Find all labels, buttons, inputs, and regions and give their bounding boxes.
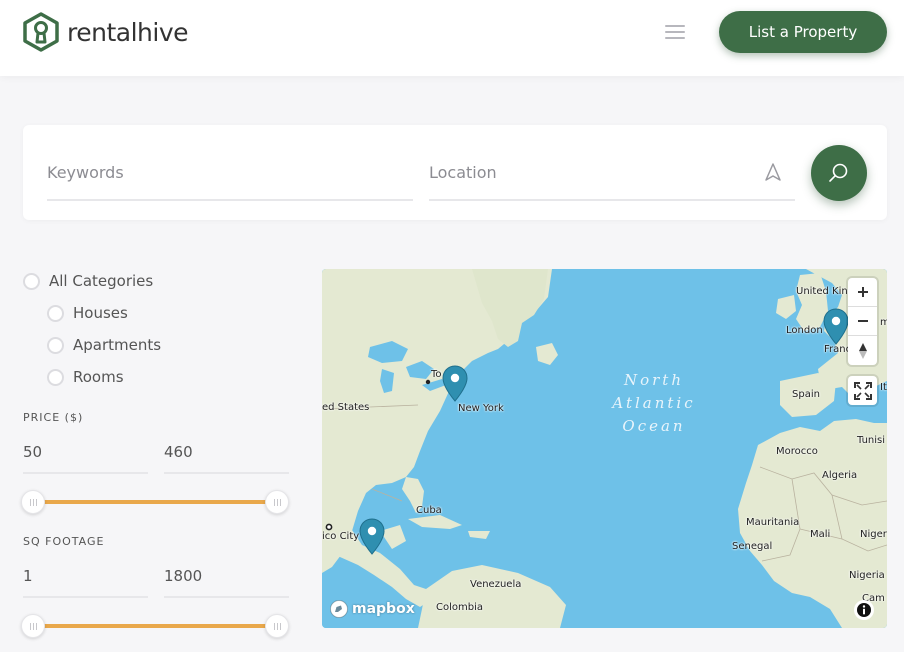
brand-logo[interactable]: rentalhive: [23, 12, 189, 52]
category-label: Apartments: [73, 336, 162, 354]
listings-map[interactable]: North Atlantic Ocean United Kingdom Lond…: [322, 269, 887, 628]
category-label: Rooms: [73, 368, 124, 386]
mapbox-wordmark: mapbox: [352, 601, 415, 617]
search-button[interactable]: [811, 145, 867, 201]
zoom-in-button[interactable]: [848, 278, 877, 307]
price-min-input[interactable]: [23, 434, 148, 470]
keywords-input[interactable]: [47, 151, 413, 193]
list-property-button[interactable]: List a Property: [719, 11, 887, 53]
sqft-min-input[interactable]: [23, 558, 148, 594]
filters-sidebar: All Categories Houses Apartments Rooms P…: [21, 268, 291, 638]
radio-circle: [23, 272, 40, 290]
category-apartments[interactable]: Apartments: [47, 333, 291, 357]
sqft-min-handle[interactable]: [21, 614, 45, 638]
location-input[interactable]: [429, 151, 795, 193]
price-range: [23, 434, 291, 474]
radio-circle: [47, 336, 64, 354]
attribution-info-button[interactable]: [854, 600, 874, 620]
hamburger-icon[interactable]: [665, 25, 685, 39]
category-rooms[interactable]: Rooms: [47, 365, 291, 389]
map-marker-mexico[interactable]: [358, 518, 386, 556]
sqft-max-wrapper: [164, 558, 289, 598]
map-marker-london[interactable]: [822, 308, 850, 346]
map-navigation-control: [848, 278, 877, 365]
plus-icon: [857, 287, 868, 297]
category-label: Houses: [73, 304, 128, 322]
search-panel: [23, 125, 887, 220]
price-max-handle[interactable]: [265, 490, 289, 514]
price-slider[interactable]: [21, 490, 291, 514]
keywords-field-wrapper: [47, 151, 413, 201]
sqft-max-input[interactable]: [164, 558, 289, 594]
keyhole-icon: [23, 12, 59, 52]
sqft-min-wrapper: [23, 558, 148, 598]
slider-fill: [33, 624, 277, 628]
price-max-wrapper: [164, 434, 289, 474]
radio-circle: [47, 368, 64, 386]
sqft-label: SQ FOOTAGE: [23, 535, 105, 548]
map-city-dots: [325, 379, 431, 531]
map-marker-new-york[interactable]: [441, 365, 469, 403]
mapbox-icon: [330, 600, 348, 618]
mapbox-attribution-logo[interactable]: mapbox: [329, 599, 415, 619]
fullscreen-icon: [853, 381, 872, 400]
category-all[interactable]: All Categories: [23, 269, 291, 293]
category-houses[interactable]: Houses: [47, 301, 291, 325]
reset-north-button[interactable]: [848, 336, 877, 365]
category-label: All Categories: [49, 272, 154, 290]
slider-fill: [33, 500, 277, 504]
radio-circle: [47, 304, 64, 322]
price-max-input[interactable]: [164, 434, 289, 470]
minus-icon: [857, 320, 868, 322]
info-icon: [857, 603, 871, 617]
location-field-wrapper: [429, 151, 795, 201]
brand-name: rentalhive: [67, 17, 189, 47]
sqft-slider[interactable]: [21, 614, 291, 638]
zoom-out-button[interactable]: [848, 307, 877, 336]
navigation-arrow-icon[interactable]: [765, 163, 781, 181]
price-label: PRICE ($): [23, 411, 84, 424]
fullscreen-button[interactable]: [848, 376, 877, 405]
search-icon: [829, 163, 848, 182]
sqft-max-handle[interactable]: [265, 614, 289, 638]
top-header: rentalhive List a Property: [0, 0, 904, 76]
price-min-wrapper: [23, 434, 148, 474]
price-min-handle[interactable]: [21, 490, 45, 514]
sqft-range: [23, 558, 291, 598]
compass-icon: [858, 342, 867, 359]
